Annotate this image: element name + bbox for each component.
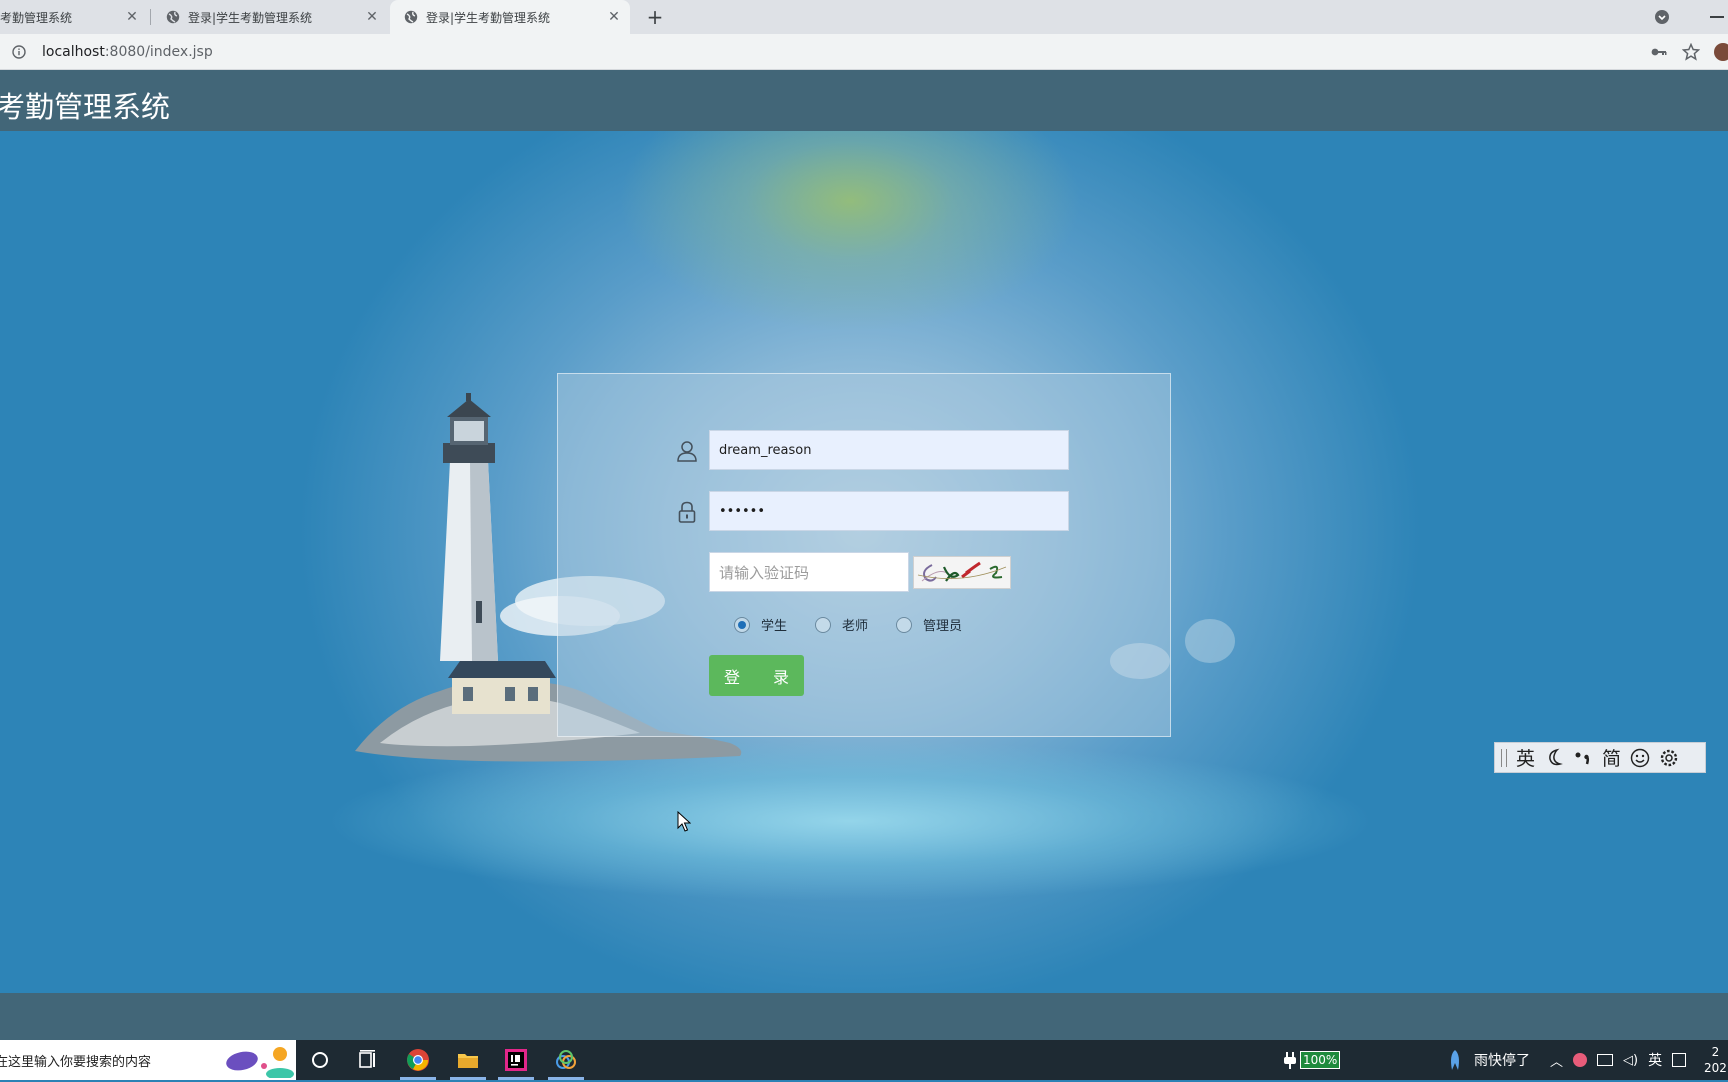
tray-app-icon[interactable]	[1573, 1053, 1588, 1067]
battery-indicator: 100%	[1300, 1051, 1341, 1069]
captcha-input[interactable]: 请输入验证码	[709, 552, 909, 592]
password-value: ••••••	[719, 503, 766, 519]
info-icon[interactable]	[12, 45, 26, 59]
gear-icon[interactable]	[1659, 748, 1679, 768]
tab-title: 考勤管理系统	[0, 10, 73, 25]
ime-drag-handle[interactable]	[1501, 748, 1507, 767]
globe-icon	[166, 10, 180, 24]
task-view-icon[interactable]	[356, 1048, 380, 1072]
ime-toolbar: 英 简	[1494, 742, 1706, 773]
captcha-placeholder: 请输入验证码	[719, 563, 810, 582]
role-selector: 学生 老师 管理员	[734, 615, 990, 634]
keyboard-icon[interactable]	[1672, 1053, 1687, 1067]
cortana-icon[interactable]	[308, 1048, 332, 1072]
close-icon[interactable]: ✕	[364, 9, 380, 25]
intellij-icon[interactable]	[504, 1048, 528, 1072]
role-radio-student[interactable]	[734, 616, 750, 633]
ime-mode-toggle[interactable]: 英	[1516, 744, 1535, 771]
tab-title: 登录|学生考勤管理系统	[426, 10, 551, 25]
volume-icon[interactable]: ◁)	[1623, 1053, 1638, 1068]
search-highlight-icon	[220, 1044, 294, 1080]
ime-script-toggle[interactable]: 简	[1602, 744, 1621, 771]
clock[interactable]: 2 202	[1704, 1040, 1727, 1080]
new-tab-button[interactable]: +	[642, 4, 668, 30]
chrome-icon[interactable]	[406, 1048, 430, 1072]
file-explorer-icon[interactable]	[456, 1048, 480, 1072]
password-input[interactable]: ••••••	[709, 491, 1069, 531]
role-label-admin: 管理员	[923, 619, 963, 634]
weather-text: 雨快停了	[1474, 1053, 1530, 1069]
network-icon[interactable]	[1597, 1054, 1614, 1066]
page-header: 考勤管理系统	[0, 70, 1728, 131]
power-status[interactable]: 100%	[1284, 1040, 1341, 1080]
key-icon[interactable]	[1650, 43, 1668, 61]
browser-tab-3-active[interactable]: 登录|学生考勤管理系统 ✕	[390, 0, 630, 34]
mouse-cursor-icon	[677, 811, 691, 832]
captcha-image[interactable]	[913, 556, 1011, 589]
globe-icon	[404, 10, 418, 24]
punctuation-icon[interactable]	[1573, 748, 1593, 768]
emoji-icon[interactable]	[1630, 748, 1650, 768]
browser-tab-2[interactable]: 登录|学生考勤管理系统 ✕	[152, 0, 388, 34]
weather-widget[interactable]: 雨快停了	[1448, 1040, 1530, 1080]
username-value: dream_reason	[719, 442, 812, 458]
clock-date: 202	[1704, 1061, 1727, 1075]
umbrella-icon	[1448, 1049, 1462, 1071]
plug-icon	[1284, 1050, 1296, 1070]
radio-selected-dot	[738, 620, 746, 629]
browser-tab-1[interactable]: 考勤管理系统 ✕	[0, 0, 148, 34]
bookmark-star-icon[interactable]	[1681, 42, 1701, 61]
tab-search-icon[interactable]	[1654, 9, 1670, 25]
clock-time: 2	[1711, 1045, 1720, 1059]
page-title: 考勤管理系统	[0, 90, 171, 124]
window-controls	[1654, 0, 1728, 34]
page-footer	[0, 993, 1728, 1040]
address-bar: localhost:8080/index.jsp	[0, 34, 1728, 70]
url-path: :8080/index.jsp	[104, 44, 213, 60]
tab-title: 登录|学生考勤管理系统	[188, 10, 313, 25]
close-icon[interactable]: ✕	[606, 9, 622, 25]
system-tray: ︿ ◁) 英	[1550, 1040, 1687, 1080]
taskbar-search-text: 在这里输入你要搜索的内容	[0, 1054, 152, 1070]
chevron-up-icon[interactable]: ︿	[1550, 1051, 1563, 1070]
role-label-student: 学生	[761, 619, 788, 634]
browser-tab-strip: 考勤管理系统 ✕ 登录|学生考勤管理系统 ✕ 登录|学生考勤管理系统 ✕ +	[0, 0, 1728, 34]
close-icon[interactable]: ✕	[124, 9, 140, 25]
url-field[interactable]: localhost:8080/index.jsp	[12, 39, 213, 65]
username-input[interactable]: dream_reason	[709, 430, 1069, 470]
ime-indicator[interactable]: 英	[1648, 1050, 1662, 1070]
address-bar-actions	[1650, 34, 1728, 70]
profile-avatar[interactable]	[1714, 43, 1728, 61]
url-host: localhost	[42, 44, 105, 60]
login-button[interactable]: 登 录	[709, 655, 804, 696]
os-taskbar: 在这里输入你要搜索的内容 100% 雨快停了 ︿ ◁) 英 2 202	[0, 1040, 1728, 1080]
taskbar-search-box[interactable]: 在这里输入你要搜索的内容	[0, 1040, 296, 1080]
app-rings-icon[interactable]	[554, 1048, 578, 1072]
tab-divider	[150, 9, 151, 25]
moon-icon[interactable]	[1544, 748, 1564, 768]
role-label-teacher: 老师	[842, 619, 869, 634]
lock-icon	[675, 500, 699, 524]
user-icon	[675, 439, 699, 463]
minimize-icon[interactable]	[1710, 16, 1724, 18]
role-radio-admin[interactable]	[896, 616, 913, 633]
role-radio-teacher[interactable]	[815, 616, 832, 633]
